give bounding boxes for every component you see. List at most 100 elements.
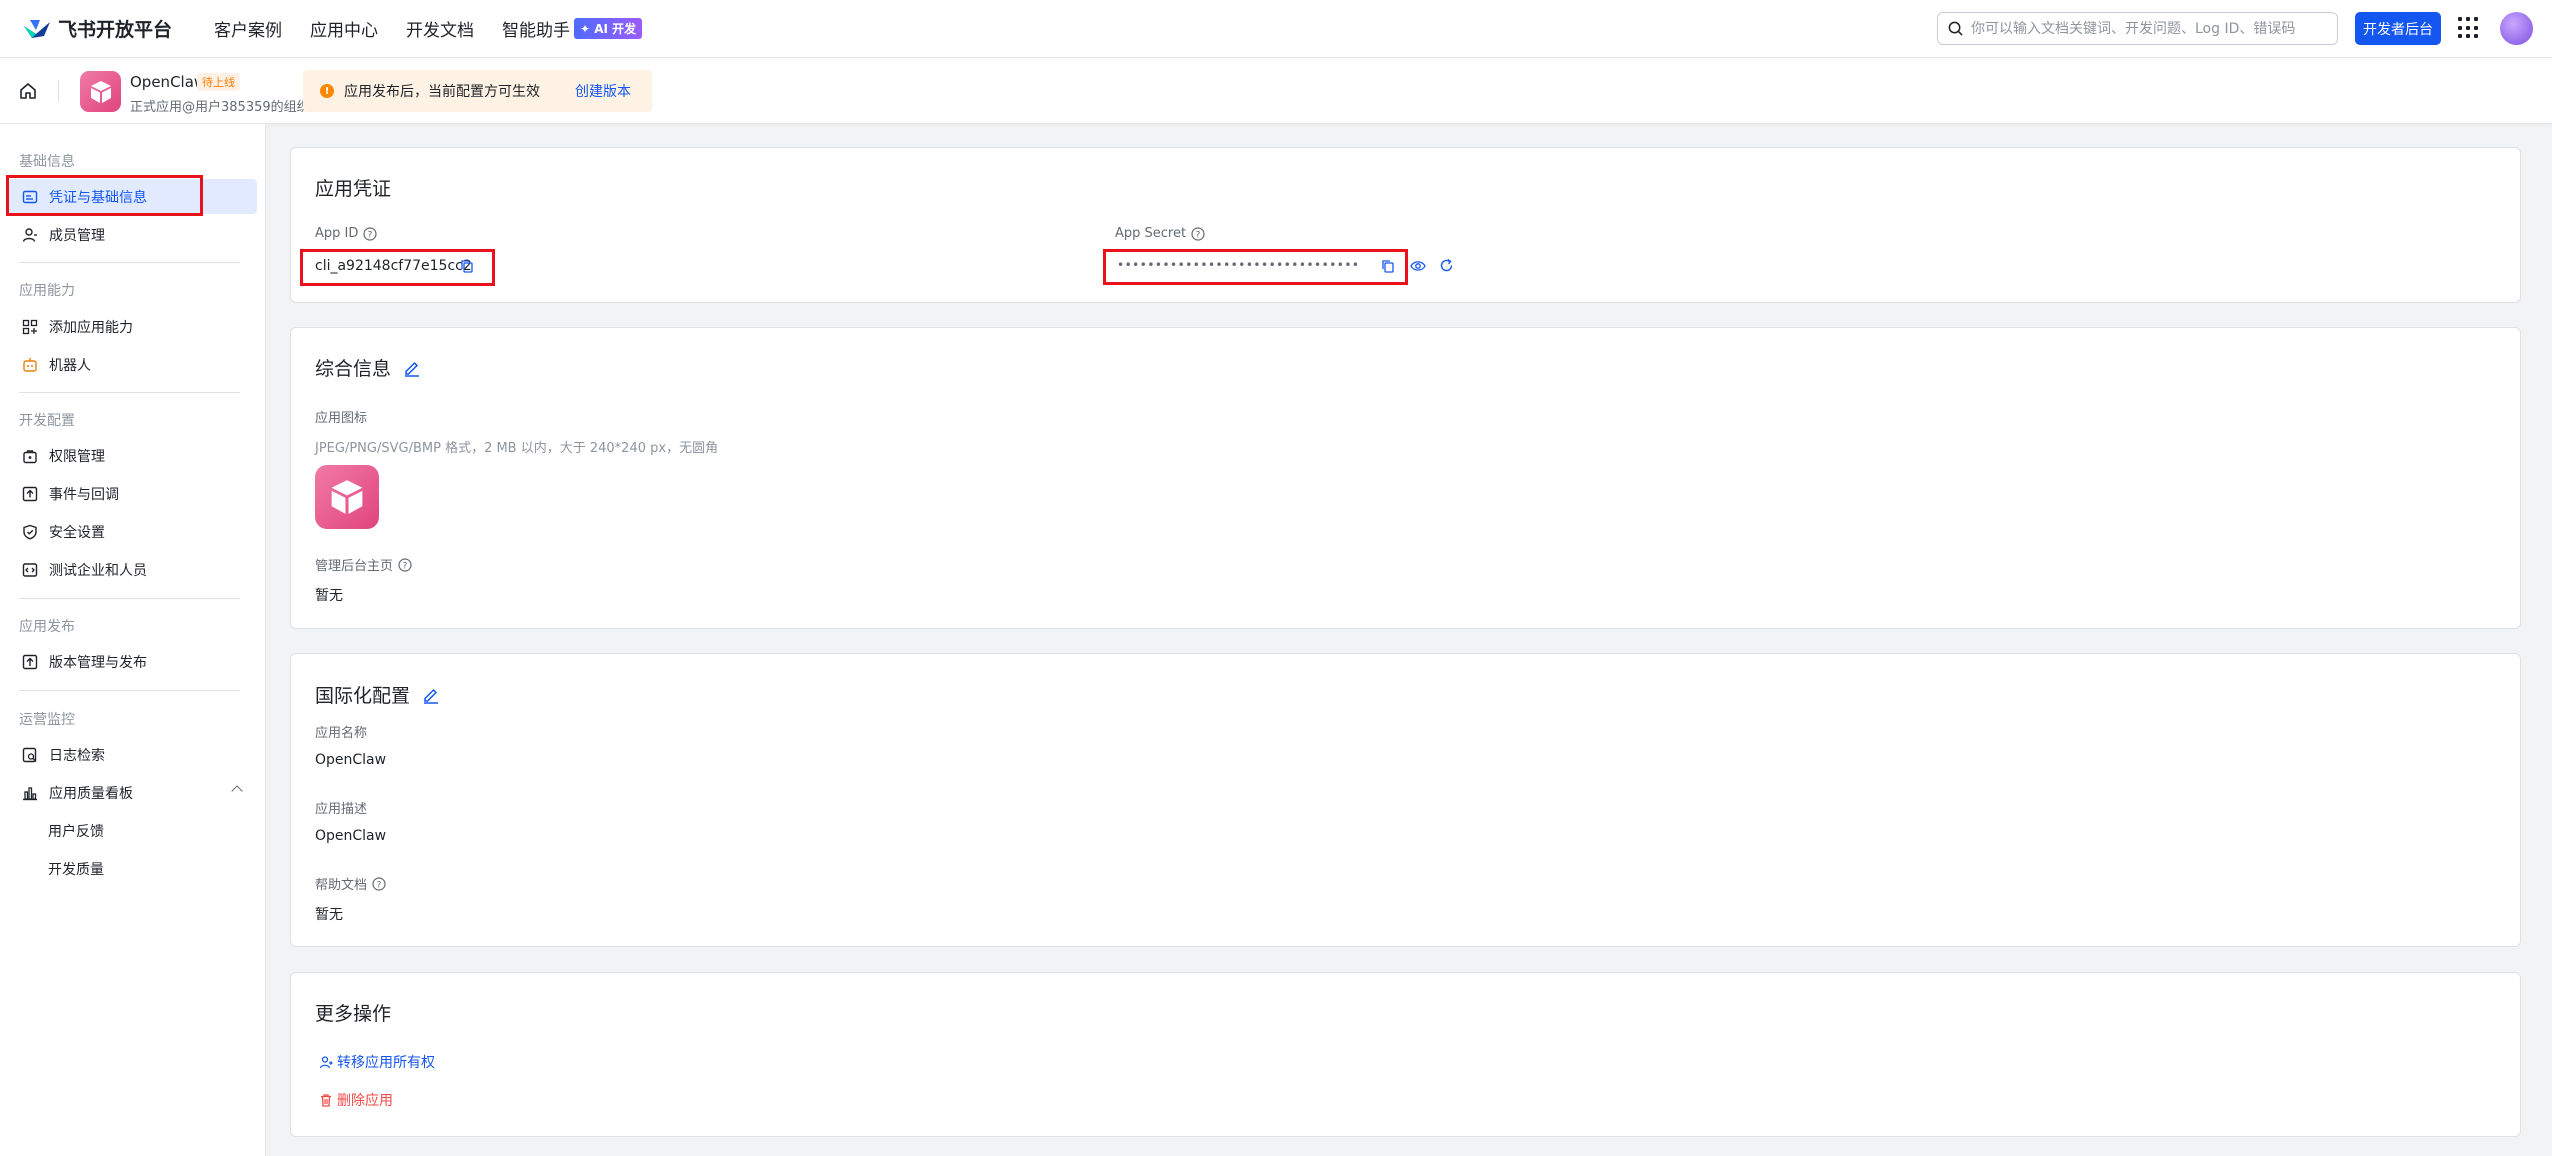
app-desc-value: OpenClaw bbox=[315, 828, 387, 844]
sidebar-item-label: 添加应用能力 bbox=[49, 319, 133, 336]
app-secret-label: App Secret ? bbox=[1115, 226, 1205, 241]
logo-text: 飞书开放平台 bbox=[58, 19, 173, 41]
sidebar-item-versions[interactable]: 版本管理与发布 bbox=[8, 644, 257, 679]
transfer-ownership-label: 转移应用所有权 bbox=[337, 1055, 435, 1071]
app-header: OpenClaw 待上线 正式应用@用户385359的组织 ! 应用发布后，当前… bbox=[0, 58, 2552, 124]
sidebar-item-robot[interactable]: 机器人 bbox=[8, 347, 257, 382]
nav-app-center[interactable]: 应用中心 bbox=[310, 16, 378, 41]
create-version-link[interactable]: 创建版本 bbox=[575, 81, 631, 101]
svg-text:?: ? bbox=[1196, 230, 1201, 240]
sidebar-item-label: 机器人 bbox=[49, 357, 91, 374]
sidebar-divider bbox=[19, 262, 240, 263]
sidebar-item-add-capability[interactable]: 添加应用能力 bbox=[8, 309, 257, 344]
i18n-card: 国际化配置 应用名称 OpenClaw 应用描述 OpenClaw 帮助文档 ?… bbox=[290, 653, 2521, 947]
sidebar-item-label: 成员管理 bbox=[49, 227, 105, 244]
app-name: OpenClaw bbox=[130, 73, 207, 91]
sidebar-divider bbox=[19, 598, 240, 599]
help-icon[interactable]: ? bbox=[372, 876, 386, 891]
app-name-label: 应用名称 bbox=[315, 726, 368, 741]
admin-home-value: 暂无 bbox=[315, 588, 343, 604]
delete-app-label: 删除应用 bbox=[337, 1093, 393, 1109]
ai-badge: ✦ AI 开发 bbox=[574, 18, 643, 39]
i18n-title: 国际化配置 bbox=[315, 681, 440, 708]
warning-icon: ! bbox=[320, 84, 334, 98]
sidebar-group-basic: 基础信息 bbox=[19, 154, 75, 170]
event-icon bbox=[22, 486, 38, 502]
edit-icon[interactable] bbox=[403, 359, 421, 377]
sidebar-group-capability: 应用能力 bbox=[19, 283, 75, 299]
edit-icon[interactable] bbox=[422, 686, 440, 704]
cube-icon bbox=[331, 480, 363, 514]
help-icon[interactable]: ? bbox=[1191, 226, 1205, 241]
refresh-icon[interactable] bbox=[1439, 258, 1454, 273]
log-search-icon bbox=[22, 747, 38, 763]
sidebar-item-user-feedback[interactable]: 用户反馈 bbox=[8, 813, 257, 848]
sidebar-item-quality-board[interactable]: 应用质量看板 bbox=[8, 775, 257, 810]
search-input[interactable] bbox=[1971, 20, 2337, 37]
app-icon-large[interactable] bbox=[315, 465, 379, 529]
nav-dev-docs[interactable]: 开发文档 bbox=[406, 16, 474, 41]
help-doc-value: 暂无 bbox=[315, 907, 343, 923]
upload-icon bbox=[22, 654, 38, 670]
sidebar-item-label: 应用质量看板 bbox=[49, 785, 133, 802]
general-info-card: 综合信息 应用图标 JPEG/PNG/SVG/BMP 格式，2 MB 以内，大于… bbox=[290, 327, 2521, 629]
feishu-logo[interactable]: 飞书开放平台 bbox=[22, 15, 172, 42]
highlight-box bbox=[1103, 249, 1408, 285]
sidebar-item-label: 事件与回调 bbox=[49, 486, 119, 503]
top-nav: 飞书开放平台 客户案例 应用中心 开发文档 智能助手 ✦ AI 开发 开发者后台 bbox=[0, 0, 2552, 58]
i18n-title-text: 国际化配置 bbox=[315, 685, 411, 707]
help-icon[interactable]: ? bbox=[363, 226, 377, 241]
admin-home-label-text: 管理后台主页 bbox=[315, 559, 394, 574]
sidebar-item-events[interactable]: 事件与回调 bbox=[8, 476, 257, 511]
divider bbox=[58, 80, 59, 102]
sidebar-item-permissions[interactable]: 权限管理 bbox=[8, 438, 257, 473]
app-icon-label: 应用图标 bbox=[315, 411, 368, 426]
user-avatar[interactable] bbox=[2500, 12, 2533, 45]
search-icon bbox=[1948, 21, 1963, 36]
sidebar-item-label: 安全设置 bbox=[49, 524, 105, 541]
nav-customer-cases[interactable]: 客户案例 bbox=[214, 16, 282, 41]
home-icon[interactable] bbox=[18, 81, 38, 101]
nav-smart-assistant-label: 智能助手 bbox=[502, 21, 571, 41]
publish-notice: ! 应用发布后，当前配置方可生效 创建版本 bbox=[303, 70, 652, 112]
transfer-ownership-button[interactable]: 转移应用所有权 bbox=[319, 1052, 435, 1072]
highlight-box bbox=[300, 249, 495, 286]
sidebar-item-dev-quality[interactable]: 开发质量 bbox=[8, 851, 257, 886]
dev-console-button[interactable]: 开发者后台 bbox=[2355, 12, 2441, 45]
code-icon bbox=[22, 562, 38, 578]
more-actions-title: 更多操作 bbox=[315, 1003, 392, 1025]
delete-app-button[interactable]: 删除应用 bbox=[319, 1090, 393, 1110]
notice-text: 应用发布后，当前配置方可生效 bbox=[344, 84, 540, 100]
search-box[interactable] bbox=[1937, 12, 2338, 45]
sidebar-item-security[interactable]: 安全设置 bbox=[8, 514, 257, 549]
svg-text:?: ? bbox=[377, 880, 382, 890]
sidebar-item-members[interactable]: 成员管理 bbox=[8, 217, 257, 252]
more-actions-card: 更多操作 转移应用所有权 删除应用 bbox=[290, 972, 2521, 1137]
permission-icon bbox=[22, 448, 38, 464]
help-icon[interactable]: ? bbox=[398, 557, 412, 572]
sidebar-group-dev-config: 开发配置 bbox=[19, 413, 75, 429]
trash-icon bbox=[321, 1094, 331, 1107]
sidebar-divider bbox=[19, 690, 240, 691]
eye-icon[interactable] bbox=[1410, 259, 1426, 273]
apps-grid-icon[interactable] bbox=[2458, 17, 2480, 39]
feishu-logo-icon bbox=[24, 19, 50, 38]
member-icon bbox=[22, 227, 38, 243]
sidebar-group-operations: 运营监控 bbox=[19, 712, 75, 728]
sidebar-item-label: 用户反馈 bbox=[48, 823, 104, 840]
credentials-card: 应用凭证 App ID ? cli_a92148cf77e15cc2 App S… bbox=[290, 147, 2521, 303]
robot-icon bbox=[22, 357, 38, 373]
sidebar-item-label: 日志检索 bbox=[49, 747, 105, 764]
app-id-label: App ID ? bbox=[315, 226, 377, 241]
sidebar-group-release: 应用发布 bbox=[19, 619, 75, 635]
app-desc-label: 应用描述 bbox=[315, 802, 368, 817]
chevron-up-icon[interactable] bbox=[231, 785, 243, 797]
nav-smart-assistant[interactable]: 智能助手 ✦ AI 开发 bbox=[502, 16, 643, 41]
credentials-title: 应用凭证 bbox=[315, 178, 392, 200]
sidebar-item-log-search[interactable]: 日志检索 bbox=[8, 737, 257, 772]
admin-home-label: 管理后台主页 ? bbox=[315, 555, 412, 574]
transfer-user-icon bbox=[319, 1056, 333, 1069]
grid-add-icon bbox=[22, 319, 38, 335]
shield-icon bbox=[22, 524, 38, 540]
sidebar-item-test-org[interactable]: 测试企业和人员 bbox=[8, 552, 257, 587]
